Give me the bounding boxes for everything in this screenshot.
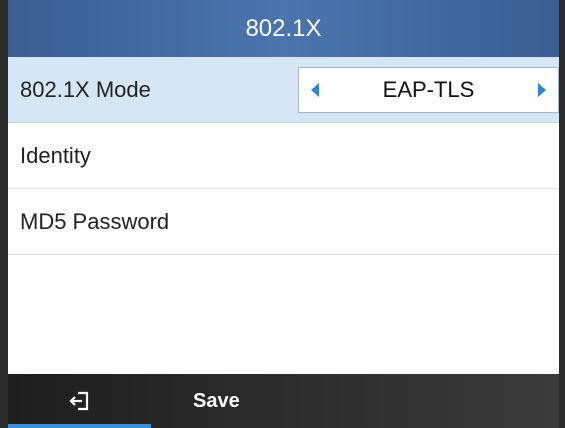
softkey-bar: Save [8,374,559,428]
setting-row-md5-password[interactable]: MD5 Password [8,189,559,255]
setting-label: MD5 Password [20,208,170,234]
back-exit-icon [68,391,88,411]
arrow-left-icon[interactable] [311,83,319,97]
setting-row-identity[interactable]: Identity [8,123,559,189]
setting-label: 802.1X Mode [20,76,151,102]
title-bar: 802.1X [8,0,559,57]
save-label: Save [193,389,240,412]
back-button[interactable] [8,374,151,428]
setting-label: Identity [20,142,91,168]
selector-value: EAP-TLS [382,77,475,102]
mode-selector[interactable]: EAP-TLS [298,67,559,113]
save-button[interactable]: Save [151,374,271,428]
setting-row-8021x-mode[interactable]: 802.1X Mode EAP-TLS [8,57,559,123]
page-title: 802.1X [245,14,322,42]
phone-screen: 802.1X 802.1X Mode EAP-TLS Identity MD5 … [0,0,565,428]
arrow-right-icon[interactable] [538,83,546,97]
